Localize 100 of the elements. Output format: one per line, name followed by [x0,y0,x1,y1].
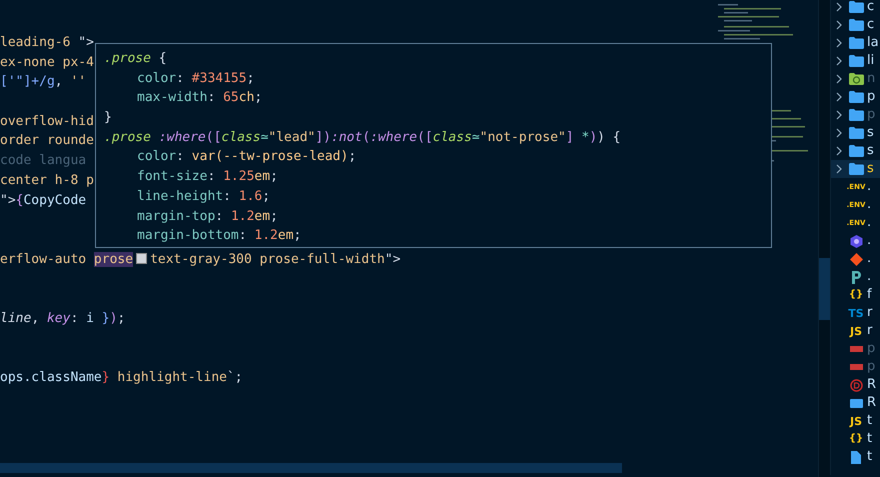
letter-p-icon [850,270,862,284]
code-token: ; [348,149,356,164]
code-token: ) [589,130,598,145]
code-token: margin-bottom [137,228,239,244]
code-token: ] [566,130,575,145]
explorer-item[interactable]: s [831,124,880,142]
code-token: 65 [223,90,239,106]
explorer-item[interactable]: . [831,250,880,268]
code-token: :where [158,130,206,145]
code-token: "lead" [268,130,316,145]
code-token: 1.6 [238,188,262,204]
file-icon [851,450,861,464]
explorer-item[interactable]: t [831,448,880,466]
explorer-item[interactable]: li [831,52,880,70]
code-token: : [238,228,248,244]
code-token: CopyCode [23,192,86,208]
vertical-scrollbar[interactable] [819,258,830,320]
code-token: color [137,149,176,164]
code-token: max-width [137,90,208,106]
code-token: center h-8 p [0,172,94,188]
code-token: margin-top [137,208,216,224]
explorer-item[interactable]: c [831,0,880,16]
code-token: ([ [206,130,222,145]
code-token: text-gray-300 prose-full-width [150,252,385,267]
code-token: , [31,310,40,326]
npm-icon [850,364,862,370]
code-token: "> [384,252,401,267]
explorer-item[interactable]: p [831,88,880,106]
folder-icon [848,73,864,85]
explorer-item[interactable]: . [831,232,880,250]
code-token: ops.className [0,370,102,385]
code-token: : [207,169,216,184]
explorer-item[interactable]: JS t [831,412,880,430]
code-token: 1.2 [230,208,254,224]
code-token: 1.25 [223,169,254,184]
code-token: 1.2 [254,228,278,244]
explorer-item[interactable]: JS r [831,322,880,340]
code-token: highlight-line [116,370,227,385]
code-token: ]) [315,130,332,145]
js-icon: JS [850,416,862,426]
hexagon-icon [850,234,862,248]
code-token: key [46,310,70,326]
code-token: `; [226,370,243,385]
folder-icon [848,37,864,49]
code-comment: code langua [0,153,86,168]
explorer-item[interactable]: c [831,16,880,34]
code-token: "> [78,35,94,50]
code-token: line [0,310,32,326]
folder-icon [848,163,864,175]
code-token: #334155 [192,70,247,86]
code-token: : [176,149,185,164]
folder-icon [848,109,864,121]
explorer-item[interactable]: s [831,142,880,160]
explorer-item[interactable]: TS r [831,304,880,322]
explorer-item[interactable]: {} t [831,430,880,448]
markdown-icon [850,398,862,408]
explorer-item[interactable]: la [831,34,880,52]
code-token: ; [254,90,262,106]
folder-icon [848,1,864,13]
horizontal-scrollbar[interactable] [0,463,622,473]
circle-icon [850,378,862,392]
code-token: * [582,130,590,145]
code-token: ≃ [260,130,268,145]
diamond-icon [850,252,862,266]
explorer-item[interactable]: . [831,268,880,286]
code-token: ['"]+/g [0,74,55,90]
code-token: { [16,192,24,208]
code-token: ; [246,70,254,86]
code-token: em [254,208,270,224]
explorer-item[interactable]: R [831,376,880,394]
code-token: : [176,70,185,86]
explorer-item[interactable]: R [831,394,880,412]
code-token: font-size [137,169,208,184]
code-token: ; [270,169,278,184]
code-token: : [223,188,232,204]
code-token: ; [117,310,126,326]
js-icon: JS [850,326,862,336]
code-token: ≃ [472,130,480,145]
code-token: ([ [417,130,433,145]
code-token: leading-6 [0,35,72,50]
code-token: .prose [104,51,151,66]
code-token: : [215,208,224,224]
code-token: var(--tw-prose-lead) [192,149,348,164]
code-token: } [102,370,110,385]
braces-icon: {} [848,290,864,300]
code-token: ch [238,90,254,106]
folder-icon [848,145,864,157]
explorer-item[interactable]: s [831,160,880,178]
code-token: em [278,228,294,244]
code-token: "not-prose" [480,130,566,145]
code-token: :not [331,130,362,145]
explorer-item[interactable]: {} f [831,286,880,304]
code-token: em [254,169,270,184]
code-token: : [70,310,80,326]
code-token: '' [70,74,86,90]
braces-icon: {} [848,434,864,444]
code-token: } [102,310,110,326]
ts-icon: TS [848,308,864,318]
code-token: color [137,70,176,86]
code-token: : [207,90,216,106]
